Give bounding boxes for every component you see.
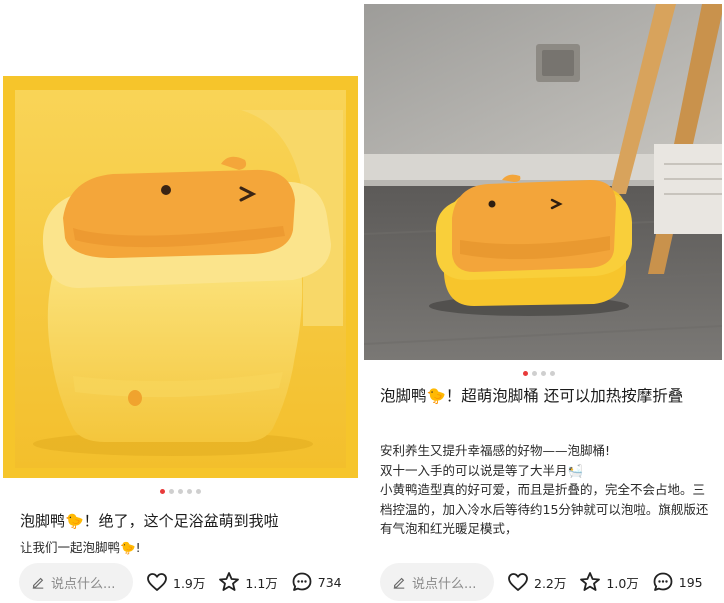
favorite-button[interactable]: 1.1万 <box>217 570 278 594</box>
carousel-dot-active <box>523 371 528 376</box>
comment-input[interactable]: 说点什么... <box>19 563 133 601</box>
engagement-bar-right: 说点什么... 2.2万 1.0万 195 <box>380 561 720 603</box>
note-body-line: 双十一入手的可以说是等了大半月🛀 <box>380 462 584 478</box>
carousel-dot <box>187 489 192 494</box>
comment-button[interactable]: 734 <box>290 570 342 594</box>
comment-bubble-icon <box>292 572 312 591</box>
carousel-dot <box>550 371 555 376</box>
star-icon <box>219 572 240 591</box>
pencil-icon <box>32 577 44 589</box>
note-body: 安利养生又提升幸福感的好物——泡脚桶! 双十一入手的可以说是等了大半月🛀 小黄鸭… <box>380 441 715 539</box>
comment-button[interactable]: 195 <box>651 570 703 594</box>
like-count: 2.2万 <box>534 575 567 591</box>
comment-placeholder: 说点什么... <box>412 576 477 592</box>
note-body: 让我们一起泡脚鸭🐤! <box>20 538 350 558</box>
star-icon <box>580 572 601 591</box>
engagement-bar-left: 说点什么... 1.9万 1.1万 734 <box>19 561 359 603</box>
note-title: 泡脚鸭🐤！绝了，这个足浴盆萌到我啦 <box>20 512 279 530</box>
note-image-right[interactable] <box>364 4 722 360</box>
favorite-button[interactable]: 1.0万 <box>578 570 639 594</box>
like-count: 1.9万 <box>173 575 206 591</box>
note-title: 泡脚鸭🐤！超萌泡脚桶 还可以加热按摩折叠 <box>380 387 684 405</box>
note-body-line: 安利养生又提升幸福感的好物——泡脚桶! <box>380 443 611 458</box>
carousel-dot <box>196 489 201 494</box>
note-body-line: 小黄鸭造型真的好可爱，而且是折叠的，完全不会占地。三档控温的，加入冷水后等待约1… <box>380 482 709 536</box>
heart-icon <box>508 573 528 591</box>
note-body-line: 让我们一起泡脚鸭🐤! <box>20 540 141 555</box>
carousel-indicator-right <box>523 371 555 376</box>
duck-foot-tub-photo <box>3 76 358 478</box>
note-image-left[interactable] <box>3 76 358 478</box>
favorite-count: 1.1万 <box>245 575 278 591</box>
like-button[interactable]: 1.9万 <box>145 570 205 594</box>
heart-icon <box>147 573 167 591</box>
favorite-count: 1.0万 <box>606 575 639 591</box>
comment-count: 195 <box>678 574 703 590</box>
comment-bubble-icon <box>653 572 673 591</box>
carousel-dot <box>178 489 183 494</box>
comment-input[interactable]: 说点什么... <box>380 563 494 601</box>
pencil-icon <box>393 577 405 589</box>
carousel-dot-active <box>160 489 165 494</box>
carousel-dot <box>169 489 174 494</box>
carousel-dot <box>541 371 546 376</box>
carousel-dot <box>532 371 537 376</box>
comment-placeholder: 说点什么... <box>51 576 116 592</box>
duck-foot-tub-room-photo <box>364 4 722 360</box>
carousel-indicator-left <box>160 489 201 494</box>
comment-count: 734 <box>317 574 342 590</box>
like-button[interactable]: 2.2万 <box>506 570 566 594</box>
